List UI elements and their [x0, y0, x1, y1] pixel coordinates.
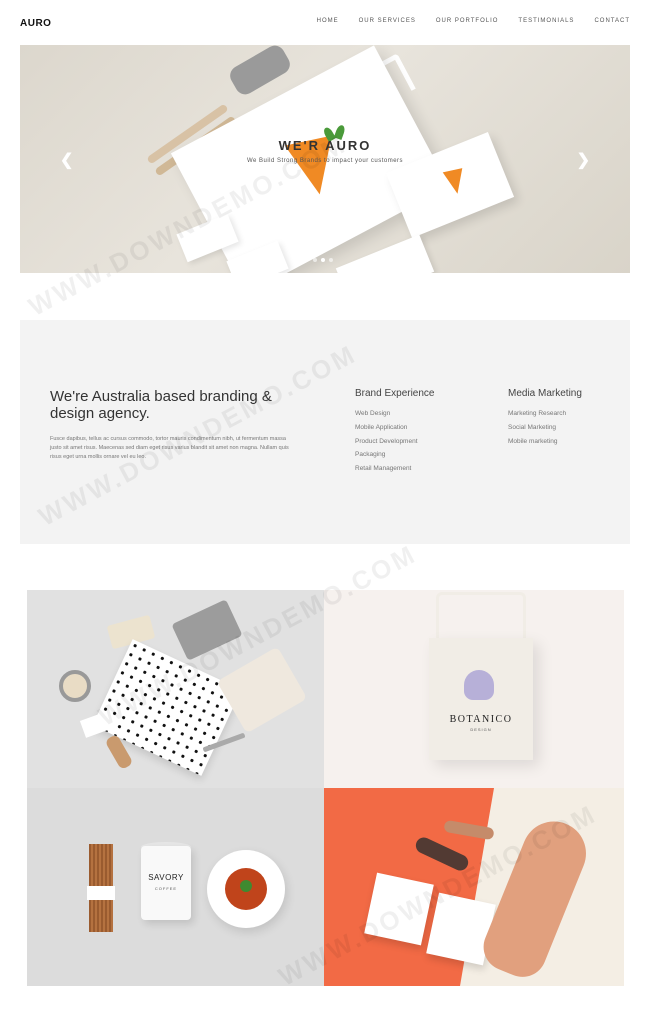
- figure-illustration-image: [464, 670, 494, 700]
- coffee-brand-sublabel: COFFEE: [154, 886, 178, 891]
- jar-image: [59, 670, 91, 702]
- about-text: Fusce dapibus, tellus ac cursus commodo,…: [50, 436, 289, 460]
- slider-dots: [313, 258, 333, 262]
- business-card-image: [335, 234, 435, 273]
- site-logo[interactable]: AURO: [20, 18, 51, 29]
- tote-brand-label: BOTANICO: [449, 714, 513, 725]
- hero-slider: WE'R AURO We Build Strong Brands to impa…: [20, 45, 630, 273]
- chevron-right-icon[interactable]: ❯: [577, 150, 590, 170]
- nav-our-services[interactable]: OUR SERVICES: [359, 18, 416, 24]
- nav-our-portfolio[interactable]: OUR PORTFOLIO: [436, 18, 499, 24]
- service-link-product-development[interactable]: Product Development: [355, 435, 435, 449]
- service-link-marketing-research[interactable]: Marketing Research: [508, 407, 582, 421]
- portfolio-tile-shoe-insole[interactable]: [324, 788, 624, 986]
- cloth-pouch-image: [216, 646, 308, 734]
- chevron-left-icon[interactable]: ❮: [60, 150, 73, 170]
- herb-image: [240, 880, 252, 892]
- hero-title: WE'R AURO: [278, 138, 372, 153]
- hero-subtitle: We Build Strong Brands to impact your cu…: [246, 158, 404, 164]
- about-heading: We're Australia based branding & design …: [50, 388, 272, 422]
- about-section: We're Australia based branding & design …: [20, 320, 630, 544]
- nav-contact[interactable]: CONTACT: [594, 18, 630, 24]
- portfolio-tile-stationery[interactable]: [27, 590, 324, 788]
- column-title: Media Marketing: [508, 388, 582, 399]
- coffee-tin-image: [141, 846, 191, 920]
- column-title: Brand Experience: [355, 388, 435, 399]
- site-header: AURO HOME OUR SERVICES OUR PORTFOLIO TES…: [0, 0, 650, 45]
- service-link-retail-management[interactable]: Retail Management: [355, 462, 435, 476]
- slider-dot-1[interactable]: [313, 258, 317, 262]
- stapler-image: [226, 45, 294, 98]
- service-link-packaging[interactable]: Packaging: [355, 448, 435, 462]
- service-link-web-design[interactable]: Web Design: [355, 407, 435, 421]
- nav-home[interactable]: HOME: [317, 18, 339, 24]
- portfolio-tile-tote-bag[interactable]: BOTANICO DESIGN: [324, 590, 624, 788]
- service-link-mobile-application[interactable]: Mobile Application: [355, 421, 435, 435]
- nav-testimonials[interactable]: TESTIMONIALS: [518, 18, 574, 24]
- slider-dot-3[interactable]: [329, 258, 333, 262]
- services-column-brand-experience: Brand Experience Web Design Mobile Appli…: [355, 388, 435, 476]
- tote-brand-sublabel: DESIGN: [470, 727, 492, 732]
- tin-box-image: [171, 599, 243, 661]
- slider-dot-2[interactable]: [321, 258, 325, 262]
- shoe-insole-image: [476, 811, 596, 985]
- portfolio-tile-coffee[interactable]: SAVORY COFFEE: [27, 788, 324, 986]
- service-link-mobile-marketing[interactable]: Mobile marketing: [508, 435, 582, 449]
- services-column-media-marketing: Media Marketing Marketing Research Socia…: [508, 388, 582, 448]
- main-nav: HOME OUR SERVICES OUR PORTFOLIO TESTIMON…: [317, 18, 630, 24]
- coffee-brand-label: SAVORY: [148, 873, 184, 882]
- sticks-label-image: [87, 886, 115, 900]
- service-link-social-marketing[interactable]: Social Marketing: [508, 421, 582, 435]
